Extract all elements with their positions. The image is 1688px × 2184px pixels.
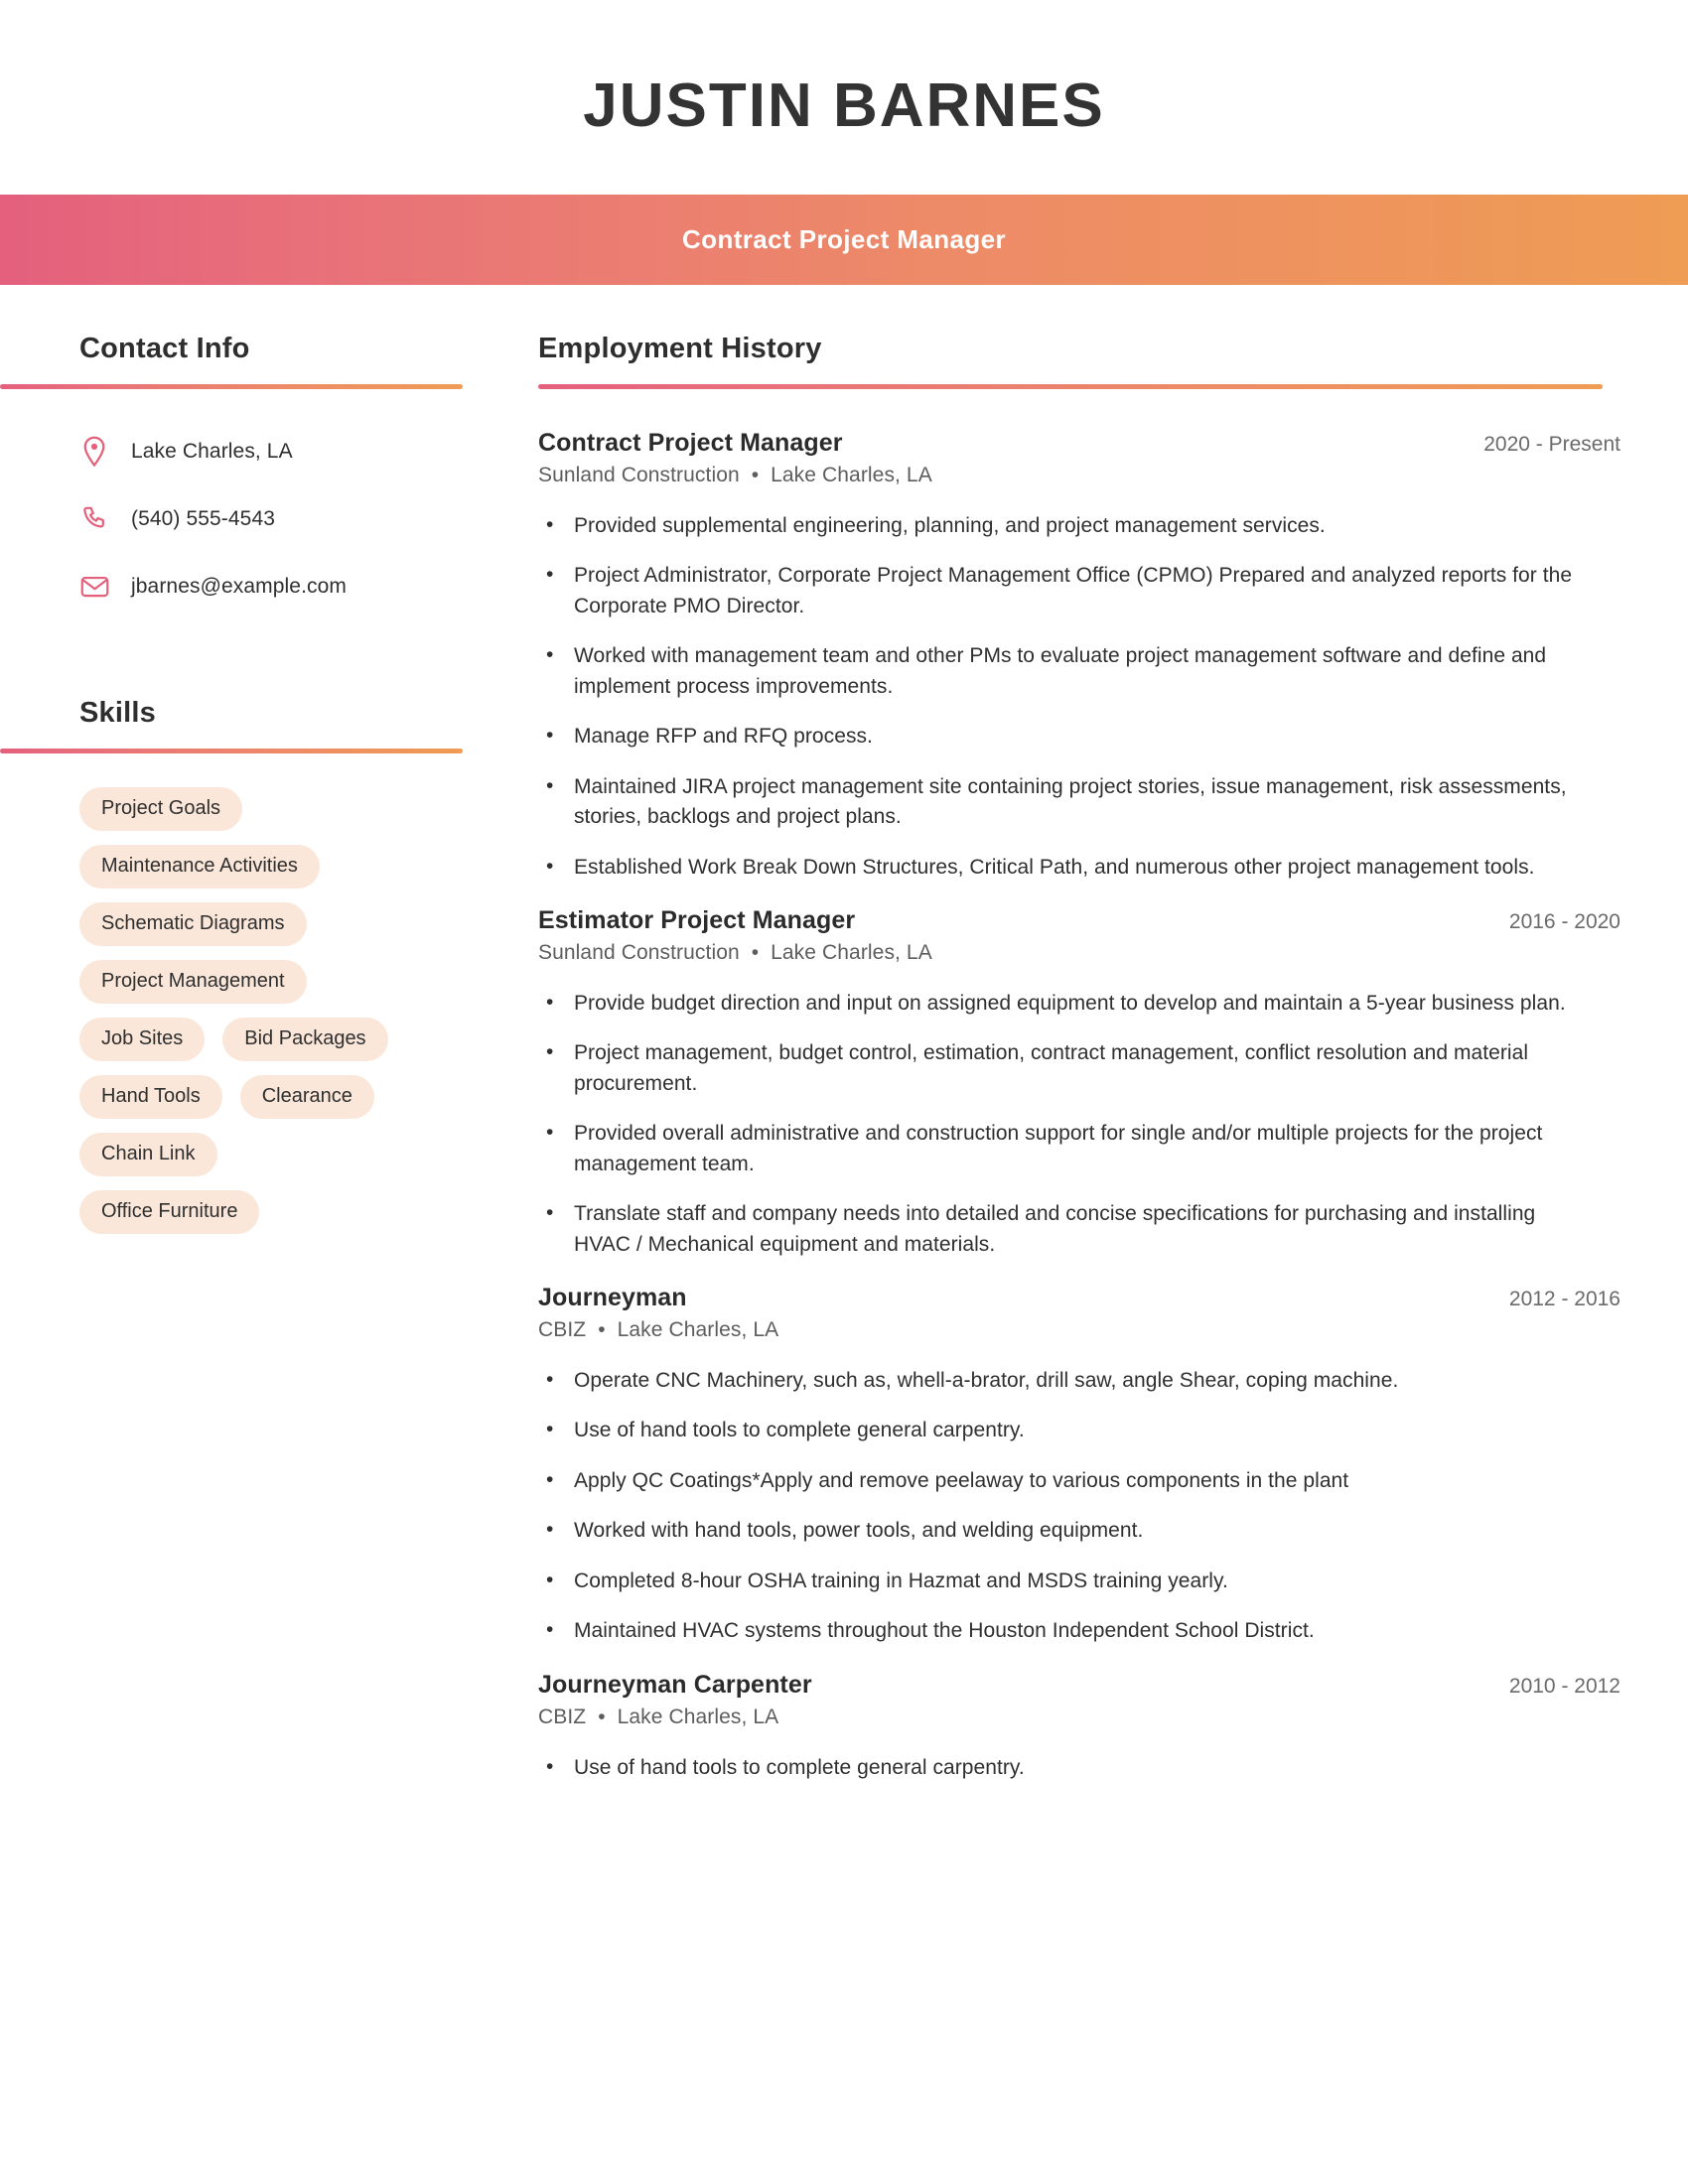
job-company: CBIZ [538,1705,587,1728]
contact-item-email[interactable]: jbarnes@example.com [79,562,477,612]
contact-list: Lake Charles, LA (540) 555-4543 jbarnes@… [0,427,477,612]
skill-tag[interactable]: Project Goals [79,787,243,831]
job-header: Journeyman 2012 - 2016 [538,1284,1620,1312]
contact-item-phone[interactable]: (540) 555-4543 [79,494,477,544]
job-company-location: Sunland Construction • Lake Charles, LA [538,464,1620,487]
skills-heading: Skills [79,697,156,729]
job-bullet: Established Work Break Down Structures, … [538,851,1576,883]
employment-history-heading: Employment History [538,333,822,364]
contact-email-text: jbarnes@example.com [131,575,347,598]
job-bullet: Provided overall administrative and cons… [538,1118,1576,1179]
header-title-band: Contract Project Manager [0,195,1688,285]
skill-tag[interactable]: Office Furniture [79,1190,260,1234]
job-bullet: Manage RFP and RFQ process. [538,721,1576,751]
job-bullet: Translate staff and company needs into d… [538,1198,1576,1260]
meta-separator-bullet: • [751,464,760,486]
job-entry: Estimator Project Manager 2016 - 2020 Su… [538,906,1620,1260]
contact-info-divider [0,384,463,389]
skill-tag[interactable]: Chain Link [79,1133,217,1176]
job-bullet: Apply QC Coatings*Apply and remove peela… [538,1465,1576,1496]
job-location: Lake Charles, LA [617,1705,779,1728]
job-bullet: Maintained HVAC systems throughout the H… [538,1615,1576,1646]
job-location: Lake Charles, LA [771,464,932,486]
skill-tag[interactable]: Hand Tools [79,1075,222,1119]
skill-tag[interactable]: Maintenance Activities [79,845,320,888]
candidate-name: JUSTIN BARNES [583,71,1105,140]
job-bullet: Project Administrator, Corporate Project… [538,560,1576,621]
skills-divider [0,749,463,753]
sidebar: Contact Info Lake Charles, LA (540) 555-… [0,333,477,1234]
employment-history-divider [538,384,1603,389]
skills-section: Skills Project Goals Maintenance Activit… [0,697,477,1234]
job-company-location: CBIZ • Lake Charles, LA [538,1706,1620,1729]
job-header: Estimator Project Manager 2016 - 2020 [538,906,1620,935]
header-name-area: JUSTIN BARNES [0,0,1688,195]
resume-body: Contact Info Lake Charles, LA (540) 555-… [0,285,1688,1803]
employment-list: Contract Project Manager 2020 - Present … [538,429,1620,1783]
meta-separator-bullet: • [598,1705,606,1728]
job-bullet: Use of hand tools to complete general ca… [538,1415,1576,1445]
phone-icon [79,505,109,533]
skill-tag[interactable]: Job Sites [79,1018,206,1061]
job-bullet: Operate CNC Machinery, such as, whell-a-… [538,1365,1576,1396]
job-bullet-list: Provide budget direction and input on as… [538,988,1620,1260]
job-bullet: Project management, budget control, esti… [538,1037,1576,1099]
skill-tag[interactable]: Schematic Diagrams [79,902,307,946]
job-bullet-list: Use of hand tools to complete general ca… [538,1752,1620,1783]
job-bullet: Worked with hand tools, power tools, and… [538,1515,1576,1546]
email-envelope-icon [79,575,109,599]
job-bullet: Use of hand tools to complete general ca… [538,1752,1576,1783]
job-bullet-list: Provided supplemental engineering, plann… [538,510,1620,883]
job-entry: Journeyman 2012 - 2016 CBIZ • Lake Charl… [538,1284,1620,1647]
job-header: Journeyman Carpenter 2010 - 2012 [538,1671,1620,1700]
job-location: Lake Charles, LA [617,1318,779,1341]
meta-separator-bullet: • [751,940,760,964]
job-bullet: Completed 8-hour OSHA training in Hazmat… [538,1566,1576,1596]
job-bullet-list: Operate CNC Machinery, such as, whell-a-… [538,1365,1620,1647]
job-dates: 2016 - 2020 [1508,909,1620,933]
skill-tag[interactable]: Clearance [239,1075,374,1119]
job-title: Journeyman Carpenter [538,1670,812,1699]
contact-info-section: Contact Info Lake Charles, LA (540) 555-… [0,333,477,612]
job-dates: 2020 - Present [1483,433,1620,456]
job-bullet: Provided supplemental engineering, plann… [538,510,1576,541]
job-company: Sunland Construction [538,940,740,964]
job-title: Journeyman [538,1284,687,1311]
contact-location-text: Lake Charles, LA [131,440,293,463]
job-title: Contract Project Manager [538,429,843,457]
job-bullet: Worked with management team and other PM… [538,640,1576,702]
job-header: Contract Project Manager 2020 - Present [538,429,1620,458]
job-dates: 2012 - 2016 [1508,1288,1620,1310]
contact-item-location[interactable]: Lake Charles, LA [79,427,477,477]
job-company: CBIZ [538,1318,587,1341]
job-entry: Contract Project Manager 2020 - Present … [538,429,1620,883]
skill-tag[interactable]: Bid Packages [222,1018,388,1061]
resume-page: JUSTIN BARNES Contract Project Manager C… [0,0,1688,2184]
contact-phone-text: (540) 555-4543 [131,507,276,530]
job-location: Lake Charles, LA [771,940,932,964]
job-company-location: Sunland Construction • Lake Charles, LA [538,941,1620,965]
skills-list: Project Goals Maintenance Activities Sch… [0,787,397,1234]
job-title: Estimator Project Manager [538,905,856,934]
skill-tag[interactable]: Project Management [79,960,307,1004]
job-bullet: Maintained JIRA project management site … [538,771,1576,833]
location-pin-icon [79,436,109,468]
job-entry: Journeyman Carpenter 2010 - 2012 CBIZ • … [538,1671,1620,1783]
main-content: Employment History Contract Project Mana… [477,333,1688,1803]
meta-separator-bullet: • [598,1318,606,1341]
candidate-job-title: Contract Project Manager [681,224,1006,254]
job-bullet: Provide budget direction and input on as… [538,988,1576,1019]
job-company-location: CBIZ • Lake Charles, LA [538,1318,1620,1342]
job-dates: 2010 - 2012 [1508,1674,1620,1698]
contact-info-heading: Contact Info [79,333,250,364]
job-company: Sunland Construction [538,464,740,486]
